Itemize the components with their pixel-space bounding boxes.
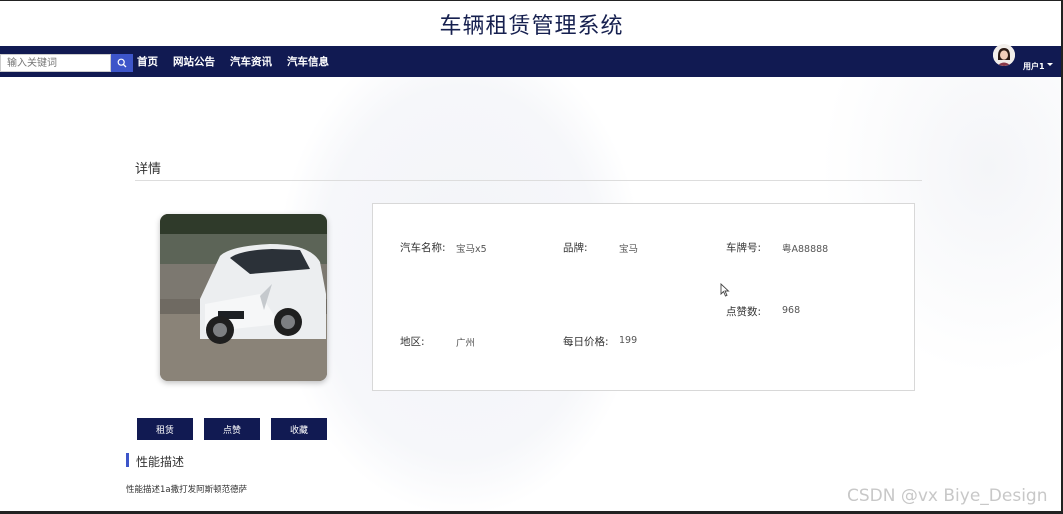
brand-label: 品牌: [563,242,588,254]
price-label: 每日价格: [563,336,609,348]
likes-label: 点赞数: [726,306,762,318]
user-menu[interactable]: 用户1 [993,44,1057,77]
plate-label: 车牌号: [726,242,762,254]
performance-title: 性能描述 [136,455,185,469]
car-image [160,214,327,381]
region-label: 地区: [400,336,425,348]
search-button[interactable] [111,54,133,72]
search-input[interactable] [0,54,111,72]
window-top-border [0,0,1063,1]
section-accent-bar [126,453,129,467]
brand-value: 宝马 [619,244,639,255]
likes-value: 968 [782,305,801,316]
performance-description: 性能描述1a撒打发阿斯顿范德萨 [126,485,248,495]
watermark: CSDN @vx Biye_Design [847,486,1048,506]
region-value: 广州 [456,338,476,349]
nav-item-home[interactable]: 首页 [137,54,158,69]
site-title: 车辆租赁管理系统 [439,14,624,39]
car-name-value: 宝马x5 [456,244,487,255]
mouse-cursor-icon [720,283,730,297]
user-name[interactable]: 用户1 [1023,61,1045,72]
plate-value: 粤A88888 [782,244,829,255]
rent-button[interactable]: 租赁 [137,418,193,440]
nav-item-car-news[interactable]: 汽车资讯 [230,54,272,69]
avatar[interactable] [993,44,1015,66]
like-button[interactable]: 点赞 [204,418,260,440]
chevron-down-icon[interactable] [1047,63,1053,66]
detail-section-title: 详情 [135,162,162,177]
divider [135,180,922,181]
car-name-label: 汽车名称: [400,242,446,254]
navbar: 首页 网站公告 汽车资讯 汽车信息 用户1 [0,44,1061,77]
favorite-button[interactable]: 收藏 [271,418,327,440]
price-value: 199 [619,335,638,346]
nav-menu: 首页 网站公告 汽车资讯 汽车信息 [137,46,344,77]
nav-item-car-info[interactable]: 汽车信息 [287,54,329,69]
nav-item-announcements[interactable]: 网站公告 [173,54,215,69]
car-info-panel: 汽车名称: 宝马x5 品牌: 宝马 车牌号: 粤A88888 点赞数: 968 … [372,203,915,391]
search-icon [117,58,127,68]
